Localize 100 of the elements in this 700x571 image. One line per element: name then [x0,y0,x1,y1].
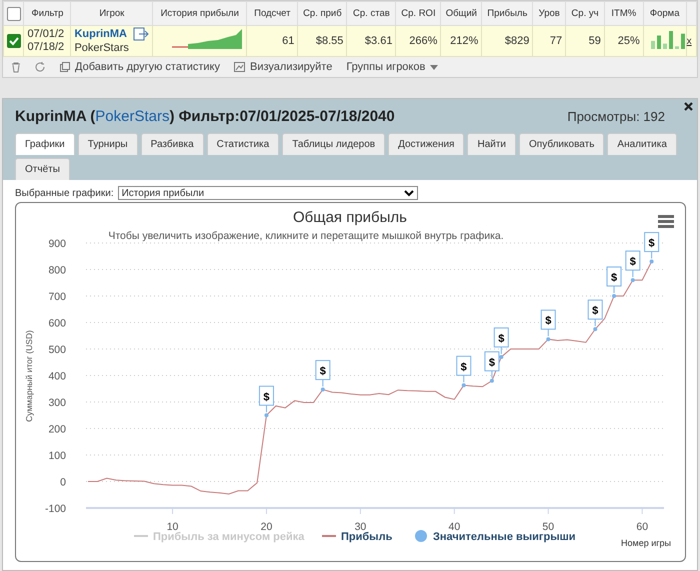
column-header[interactable]: Фильтр [24,2,71,26]
big-win-point [612,294,616,298]
views-count: Просмотры: 192 [567,108,665,124]
x-tick-label: 60 [636,521,648,533]
tab[interactable]: Графики [15,133,75,155]
chart-icon [234,62,245,72]
select-all-checkbox[interactable] [6,6,21,20]
big-win-point [499,354,504,359]
x-tick-label: 30 [354,521,366,533]
big-win-flag: $ [456,356,472,383]
copy-icon [60,62,70,72]
y-tick-label: 200 [48,424,66,436]
y-tick-label: 400 [48,370,66,382]
column-header[interactable]: Форма [643,2,686,26]
annotation: $ [648,238,655,250]
tab[interactable]: Турниры [78,133,138,155]
visualize-button[interactable]: Визуализируйте [234,61,332,73]
tab[interactable]: Опубликовать [519,133,604,155]
legend-item[interactable]: Прибыль [341,531,392,543]
annotation: $ [263,391,270,404]
x-tick-label: 50 [542,521,554,533]
column-header[interactable]: Ср. приб [298,2,347,26]
stat-cell: 25% [604,26,644,56]
export-icon[interactable] [133,27,150,41]
annotation: $ [610,272,618,284]
big-win-point [264,413,268,418]
player-link[interactable]: KuprinMA [74,27,127,41]
annotation: $ [630,256,636,268]
big-win-point [462,383,466,388]
y-tick-label: 100 [48,450,66,462]
x-tick-label: 10 [166,521,178,533]
legend-item[interactable]: Значительные выигрыши [433,531,576,543]
big-win-point [490,378,494,383]
big-win-flag: $ [315,360,330,388]
stat-cell: 59 [566,26,604,56]
tab[interactable]: Достижения [388,133,464,155]
stat-cell: $3.61 [346,26,396,56]
site-name: PokerStars [74,41,130,55]
big-win-flag: $ [258,386,274,413]
column-header[interactable]: История прибыли [152,2,247,26]
tab[interactable]: Разбивка [140,133,204,155]
annotation: $ [320,366,326,378]
big-win-point [593,327,598,332]
tab[interactable]: Аналитика [607,133,677,155]
legend-line-icon [134,535,148,537]
annotation: $ [545,315,552,328]
close-icon[interactable] [684,102,693,111]
tab[interactable]: Таблицы лидеров [282,133,386,155]
y-tick-label: 900 [48,238,66,250]
column-header[interactable]: Ср. став [346,2,396,26]
filter-date: 07/01/2 [27,28,66,41]
chart-select[interactable]: История прибыли [118,186,418,200]
refresh-icon[interactable] [35,62,46,72]
column-header[interactable]: Игрок [70,2,153,26]
column-header[interactable]: Ср. уч [566,2,604,26]
player-groups-dropdown[interactable]: Группы игроков [346,61,438,73]
y-tick-label: 300 [48,397,66,409]
big-win-point [650,260,654,264]
y-tick-label: 800 [48,264,66,276]
y-tick-label: -100 [44,503,66,515]
column-header[interactable]: Ср. ROI [396,2,441,26]
player-title: KuprinMA (PokerStars) Фильтр:07/01/2025-07/18/2040 [15,108,395,124]
y-axis-title: Суммарный итог (USD) [24,330,34,422]
big-win-flag: $ [606,266,622,294]
site-link[interactable]: PokerStars [95,108,170,124]
y-tick-label: 700 [48,291,66,303]
column-header[interactable]: Прибыль [482,2,533,26]
y-tick-label: 600 [48,318,66,330]
x-tick-label: 20 [260,521,272,533]
annotation: $ [592,305,598,318]
chart-select-label: Выбранные графики: [15,188,114,198]
tab[interactable]: Статистика [206,133,280,155]
annotation: $ [488,356,495,369]
big-win-point [320,388,325,392]
caret-icon [430,64,438,70]
big-win-point [546,337,550,342]
remove-link[interactable]: x [686,36,692,47]
column-header[interactable]: Уров [532,2,566,26]
stat-cell: $829 [482,26,533,56]
chevron-down-icon [404,190,414,196]
add-stat-button[interactable]: Добавить другую статистику [60,61,220,73]
column-header[interactable]: Подсчет [246,2,298,26]
stat-cell: $8.55 [298,26,347,56]
stat-cell: 61 [246,26,298,56]
trash-icon[interactable] [11,62,21,72]
column-header[interactable]: ITM% [604,2,644,26]
tab[interactable]: Найти [467,133,516,155]
tab[interactable]: Отчёты [15,158,70,180]
big-win-flag: $ [540,310,556,337]
stat-cell: 212% [440,26,482,56]
big-win-flag: $ [644,232,660,260]
big-win-point [630,278,635,282]
chart-title: Общая прибыль [292,209,408,226]
annotation: $ [460,361,467,374]
menu-icon[interactable] [658,215,674,228]
column-header[interactable]: Общий [440,2,482,26]
big-win-flag: $ [484,351,500,378]
row-checkbox[interactable] [7,34,21,48]
y-tick-label: 0 [60,476,66,488]
big-win-flag: $ [625,250,640,278]
